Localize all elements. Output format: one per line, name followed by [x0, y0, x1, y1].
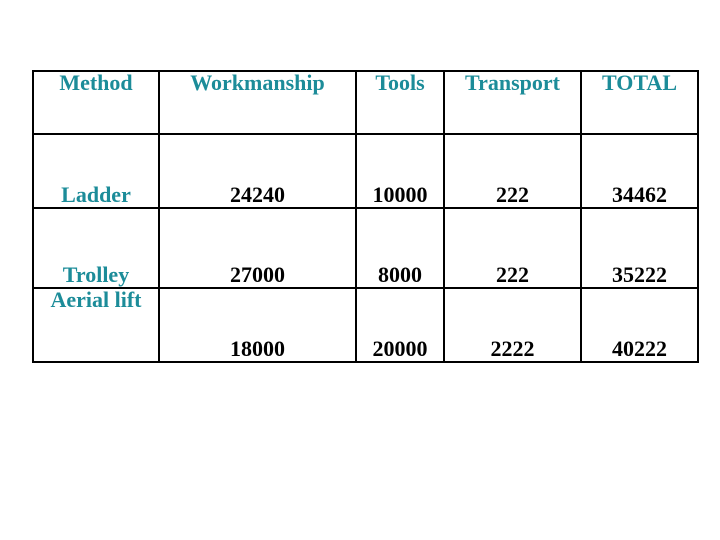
cell-total: 35222	[580, 207, 699, 289]
cell-method: Aerial lift	[32, 287, 160, 363]
cell-tools: 20000	[355, 287, 445, 363]
table-header: Method Workmanship Tools Transport TOTAL	[32, 70, 699, 135]
cell-transport: 222	[443, 133, 582, 209]
cell-workmanship: 18000	[158, 287, 357, 363]
cell-tools: 8000	[355, 207, 445, 289]
cell-transport: 222	[443, 207, 582, 289]
table-body: Ladder 24240 10000 222 34462 Trolley 270…	[32, 133, 699, 363]
cell-transport: 2222	[443, 287, 582, 363]
cell-workmanship: 27000	[158, 207, 357, 289]
column-header-total: TOTAL	[580, 70, 699, 135]
cell-method: Ladder	[32, 133, 160, 209]
cell-method: Trolley	[32, 207, 160, 289]
cell-workmanship: 24240	[158, 133, 357, 209]
column-header-transport: Transport	[443, 70, 582, 135]
column-header-tools: Tools	[355, 70, 445, 135]
table-row: Trolley 27000 8000 222 35222	[32, 207, 699, 289]
column-header-workmanship: Workmanship	[158, 70, 357, 135]
cell-total: 34462	[580, 133, 699, 209]
slide-canvas: Method Workmanship Tools Transport TOTAL…	[0, 0, 720, 540]
table-row: Ladder 24240 10000 222 34462	[32, 133, 699, 209]
table-header-row: Method Workmanship Tools Transport TOTAL	[32, 70, 699, 135]
column-header-method: Method	[32, 70, 160, 135]
cost-comparison-table: Method Workmanship Tools Transport TOTAL…	[32, 70, 699, 363]
table-row: Aerial lift 18000 20000 2222 40222	[32, 287, 699, 363]
cell-total: 40222	[580, 287, 699, 363]
cell-tools: 10000	[355, 133, 445, 209]
